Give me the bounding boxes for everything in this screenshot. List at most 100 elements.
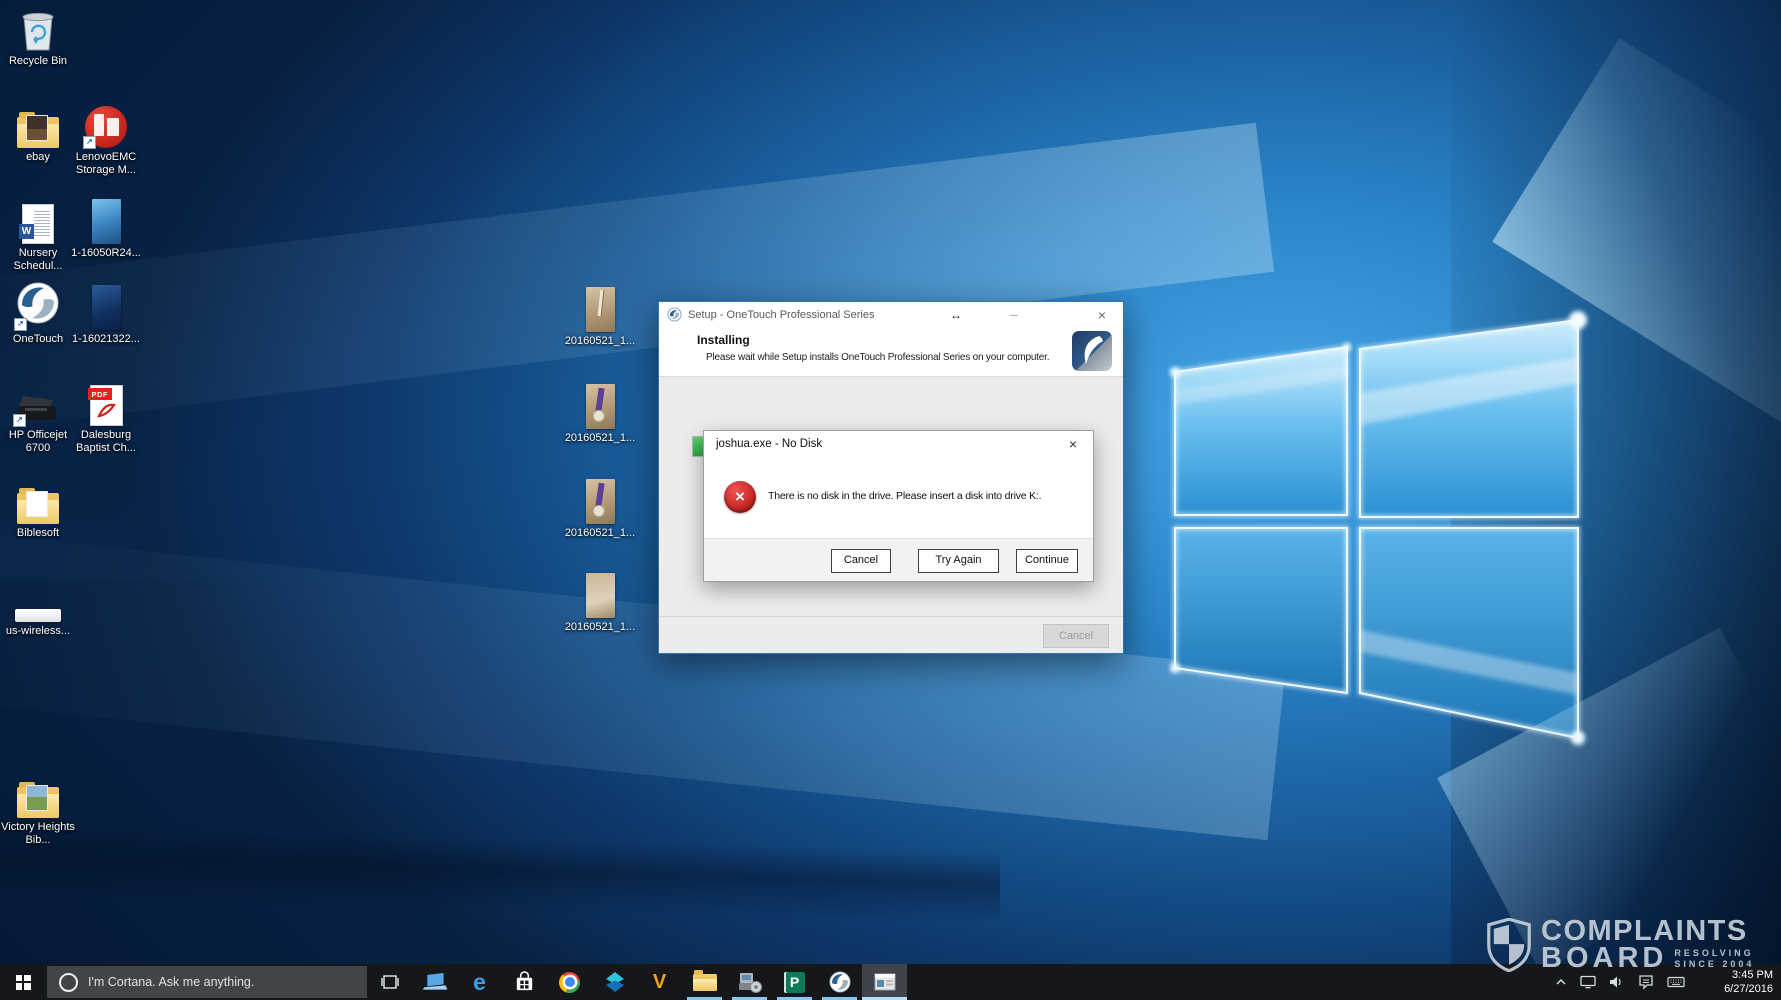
tray-chevron-up-icon[interactable] <box>1555 978 1567 986</box>
windows-logo-icon <box>16 975 31 990</box>
setup-window-title: Setup - OneTouch Professional Series <box>688 309 875 321</box>
cancel-button[interactable]: Cancel <box>831 549 891 573</box>
taskbar-app-edge[interactable]: e <box>457 964 502 1000</box>
setup-header: Installing Please wait while Setup insta… <box>659 327 1123 377</box>
error-message: There is no disk in the drive. Please in… <box>768 490 1041 502</box>
error-icon: × <box>724 481 756 513</box>
taskbar-app-chrome[interactable] <box>547 964 592 1000</box>
freemake-v-icon: V <box>653 972 666 992</box>
resize-icon: ↔ <box>941 302 971 327</box>
close-icon[interactable]: × <box>1061 433 1085 455</box>
desktop-icon-label: 20160521_1... <box>565 335 635 348</box>
error-dialog-footer: Cancel Try Again Continue <box>704 538 1093 581</box>
setup-heading: Installing <box>697 333 750 347</box>
desktop-icon-label: Victory Heights Bib... <box>0 821 78 847</box>
tray-action-center-icon[interactable] <box>1638 974 1654 990</box>
clock-date: 6/27/2016 <box>1724 982 1773 996</box>
desktop-icon-label: 20160521_1... <box>565 432 635 445</box>
chrome-icon <box>559 972 580 993</box>
ebay-folder-icon <box>17 102 59 148</box>
desktop-icon-label: us-wireless... <box>6 625 70 638</box>
desktop-icon-label: 1-16050R24... <box>71 247 141 260</box>
desktop-icon-photo-20160521-4[interactable]: 20160521_1... <box>560 572 640 634</box>
taskbar-app-pc[interactable] <box>412 964 457 1000</box>
recycle-bin-icon <box>18 6 58 52</box>
setup-window-icon <box>874 973 896 991</box>
biblesoft-folder-icon <box>17 478 59 524</box>
desktop-icon-victory-heights[interactable]: Victory Heights Bib... <box>0 772 78 847</box>
task-view-button[interactable] <box>370 964 410 1000</box>
windows-desktop: Recycle Bin ebay ↗ LenovoEMC Storage M..… <box>0 0 1781 1000</box>
clock-time: 3:45 PM <box>1724 968 1773 982</box>
desktop-icon-photo-16021[interactable]: 1-16021322... <box>66 284 146 346</box>
desktop-icon-label: 20160521_1... <box>565 621 635 634</box>
taskbar-app-gem[interactable] <box>592 964 637 1000</box>
tray-volume-icon[interactable] <box>1609 975 1625 989</box>
desktop-icon-photo-20160521-2[interactable]: 20160521_1... <box>560 383 640 445</box>
desktop-icon-label: LenovoEMC Storage M... <box>66 151 146 177</box>
desktop-icon-label: Biblesoft <box>17 527 59 540</box>
photo-thumbnail-icon <box>586 572 615 618</box>
word-document-icon: W <box>22 198 54 244</box>
onetouch-swirl-icon: ↗ <box>16 284 60 330</box>
shortcut-arrow-icon: ↗ <box>14 318 27 331</box>
windows-logo-wallpaper <box>1150 295 1600 760</box>
desktop-icon-biblesoft[interactable]: Biblesoft <box>0 478 78 540</box>
desktop-icon-photo-20160521-1[interactable]: 20160521_1... <box>560 286 640 348</box>
desktop-icon-recycle-bin[interactable]: Recycle Bin <box>0 6 78 68</box>
taskbar-app-onetouch[interactable] <box>817 964 862 1000</box>
task-view-icon <box>380 974 400 990</box>
taskbar: I'm Cortana. Ask me anything. e <box>0 964 1781 1000</box>
taskbar-app-file-explorer[interactable] <box>682 964 727 1000</box>
desktop-icon-label: Recycle Bin <box>9 55 67 68</box>
desktop-icon-label: 1-16021322... <box>72 333 140 346</box>
photo-thumbnail-icon <box>92 284 121 330</box>
onetouch-swirl-icon <box>829 971 851 993</box>
desktop-icon-us-wireless[interactable]: us-wireless... <box>0 596 78 638</box>
no-disk-error-dialog: joshua.exe - No Disk × × There is no dis… <box>703 430 1094 582</box>
edge-icon: e <box>473 971 486 994</box>
desktop-icon-photo-16050[interactable]: 1-16050R24... <box>66 198 146 260</box>
setup-footer: Cancel <box>659 616 1123 653</box>
cortana-search-box[interactable]: I'm Cortana. Ask me anything. <box>47 966 367 998</box>
tray-touch-keyboard-icon[interactable] <box>1667 976 1685 988</box>
system-tray <box>1555 964 1685 1000</box>
taskbar-clock[interactable]: 3:45 PM 6/27/2016 <box>1724 968 1773 996</box>
start-button[interactable] <box>0 964 46 1000</box>
pdf-document-icon: PDF <box>90 380 123 426</box>
victory-folder-icon <box>17 772 59 818</box>
tray-monitor-icon[interactable] <box>1580 975 1596 989</box>
taskbar-app-publisher[interactable]: P <box>772 964 817 1000</box>
us-wireless-icon <box>15 596 61 622</box>
setup-app-icon <box>667 307 682 322</box>
taskbar-app-setup-active[interactable] <box>862 964 907 1000</box>
try-again-button[interactable]: Try Again <box>918 549 999 573</box>
taskbar-app-freemake[interactable]: V <box>637 964 682 1000</box>
desktop-icon-lenovo-emc[interactable]: ↗ LenovoEMC Storage M... <box>66 102 146 177</box>
store-icon <box>513 971 536 994</box>
desktop-icon-label: Dalesburg Baptist Ch... <box>66 429 146 455</box>
minimize-button[interactable]: – <box>999 302 1029 327</box>
shortcut-arrow-icon: ↗ <box>13 414 26 427</box>
continue-button[interactable]: Continue <box>1016 549 1078 573</box>
photo-thumbnail-icon <box>586 478 615 524</box>
photo-thumbnail-icon <box>586 286 615 332</box>
desktop-icon-label: 20160521_1... <box>565 527 635 540</box>
desktop-icon-dalesburg-pdf[interactable]: PDF Dalesburg Baptist Ch... <box>66 380 146 455</box>
setup-subtitle: Please wait while Setup installs OneTouc… <box>706 352 1072 363</box>
gem-diamond-icon <box>604 971 626 993</box>
desktop-icon-label: ebay <box>26 151 50 164</box>
taskbar-app-store[interactable] <box>502 964 547 1000</box>
lenovo-emc-icon: ↗ <box>85 102 127 148</box>
pc-icon <box>422 972 448 993</box>
photo-thumbnail-icon <box>92 198 121 244</box>
photo-thumbnail-icon <box>586 383 615 429</box>
cortana-icon <box>59 973 78 992</box>
setup-cancel-button-disabled: Cancel <box>1043 624 1109 648</box>
shortcut-arrow-icon: ↗ <box>83 136 96 149</box>
taskbar-app-scanner[interactable] <box>727 964 772 1000</box>
desktop-icon-label: OneTouch <box>13 333 63 346</box>
setup-title-bar: Setup - OneTouch Professional Series ↔ –… <box>659 302 1123 327</box>
close-button[interactable]: × <box>1087 302 1117 327</box>
desktop-icon-photo-20160521-3[interactable]: 20160521_1... <box>560 478 640 540</box>
